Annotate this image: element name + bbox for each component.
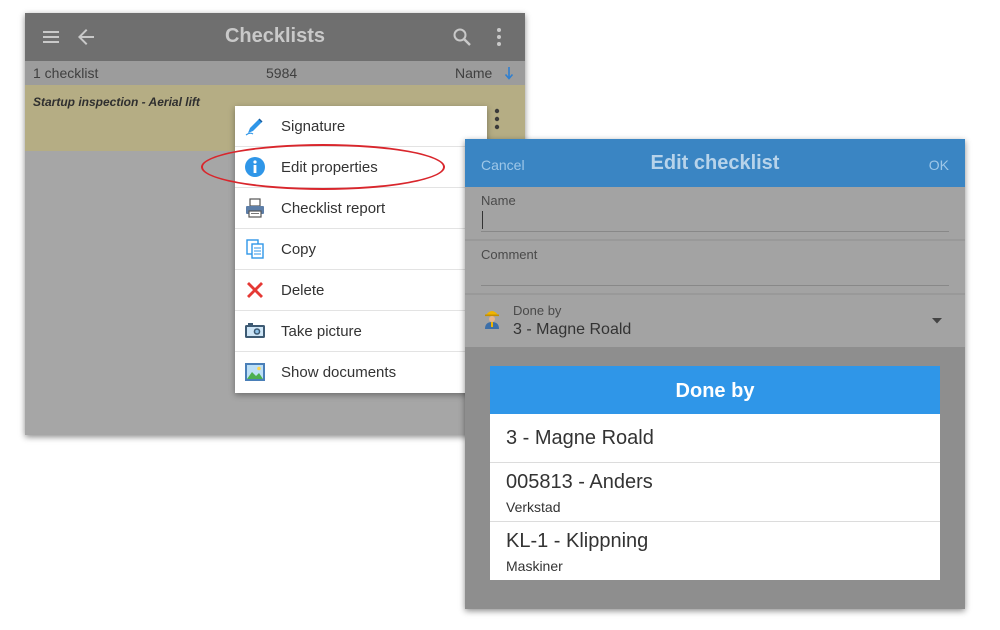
option-title: 005813 - Anders xyxy=(506,471,653,493)
menu-item-signature[interactable]: Signature xyxy=(235,106,487,147)
sort-arrow-down-icon[interactable] xyxy=(504,66,514,80)
menu-item-label: Checklist report xyxy=(281,200,386,217)
picker-option[interactable]: KL-1 - Klippning Maskiner xyxy=(490,522,940,580)
picker-header: Done by xyxy=(490,366,940,414)
picker-option[interactable]: 005813 - Anders Verkstad xyxy=(490,463,940,522)
highlight-ellipse xyxy=(201,144,445,190)
menu-item-label: Copy xyxy=(281,241,317,258)
pen-icon xyxy=(245,118,263,136)
option-subtitle: Verkstad xyxy=(506,499,561,515)
done-by-select[interactable]: Done by 3 - Magne Roald xyxy=(465,295,965,347)
menu-item-label: Signature xyxy=(281,118,346,135)
option-subtitle: Maskiner xyxy=(506,558,563,574)
app-bar: Checklists xyxy=(25,13,525,61)
picker-title: Done by xyxy=(675,380,755,402)
edit-checklist-dialog: Cancel Edit checklist OK Name Comment Do… xyxy=(465,139,965,609)
comment-label: Comment xyxy=(481,247,538,262)
image-icon xyxy=(245,363,265,381)
sort-label[interactable]: Name xyxy=(455,65,492,81)
edit-header: Cancel Edit checklist OK xyxy=(465,139,965,187)
menu-item-take-picture[interactable]: Take picture xyxy=(235,311,487,352)
comment-field[interactable] xyxy=(481,263,949,285)
dialog-title: Edit checklist xyxy=(650,152,780,174)
picker-option[interactable]: 3 - Magne Roald xyxy=(490,414,940,463)
divider xyxy=(465,239,965,241)
ok-button[interactable]: OK xyxy=(929,157,949,173)
option-title: 3 - Magne Roald xyxy=(506,427,654,449)
menu-item-label: Delete xyxy=(281,282,325,299)
menu-item-delete[interactable]: Delete xyxy=(235,270,487,311)
printer-icon xyxy=(246,198,264,218)
item-more-icon[interactable] xyxy=(491,107,503,131)
delete-x-icon xyxy=(247,282,263,298)
camera-icon xyxy=(245,323,265,338)
chevron-down-icon[interactable] xyxy=(931,317,943,325)
option-title: KL-1 - Klippning xyxy=(506,530,649,552)
menu-item-copy[interactable]: Copy xyxy=(235,229,487,270)
menu-item-show-documents[interactable]: Show documents xyxy=(235,352,487,393)
search-icon[interactable] xyxy=(450,25,474,49)
checklist-count: 1 checklist xyxy=(33,65,99,81)
worker-icon xyxy=(485,311,499,329)
comment-underline xyxy=(481,285,949,286)
name-label: Name xyxy=(481,193,516,208)
name-field[interactable] xyxy=(481,209,949,231)
list-subheader: 1 checklist 5984 Name xyxy=(25,61,525,85)
more-vert-icon[interactable] xyxy=(487,25,511,49)
menu-item-label: Show documents xyxy=(281,364,397,381)
done-by-label: Done by xyxy=(513,303,562,318)
checklist-number: 5984 xyxy=(266,65,298,81)
name-underline xyxy=(481,231,949,232)
checklist-name: Startup inspection - Aerial lift xyxy=(33,95,200,109)
menu-item-label: Take picture xyxy=(281,323,362,340)
menu-item-checklist-report[interactable]: Checklist report xyxy=(235,188,487,229)
copy-icon xyxy=(246,239,264,259)
done-by-picker: Done by 3 - Magne Roald 005813 - Anders … xyxy=(490,366,940,580)
done-by-value: 3 - Magne Roald xyxy=(513,321,632,338)
